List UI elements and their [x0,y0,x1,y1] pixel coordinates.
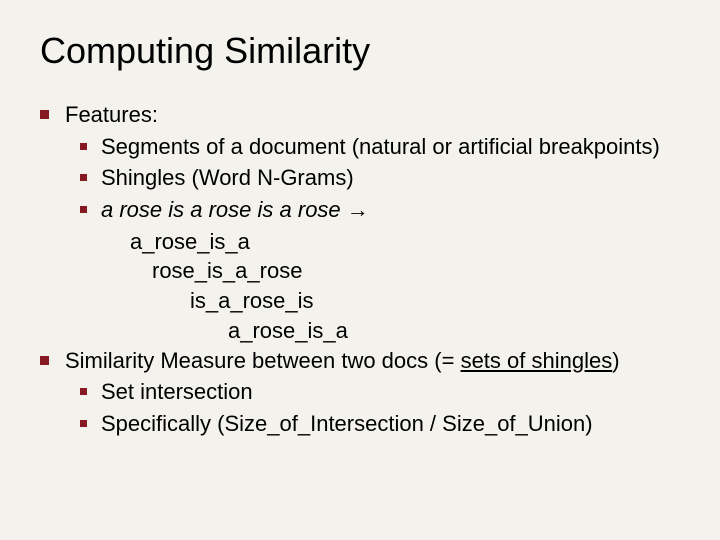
bullet-specifically: Specifically (Size_of_Intersection / Siz… [80,409,700,439]
bullet-segments: Segments of a document (natural or artif… [80,132,700,162]
shingle-line-2: rose_is_a_rose [152,256,700,286]
slide: Computing Similarity Features: Segments … [0,0,720,540]
bullet-icon [40,356,49,365]
bullet-features: Features: [40,100,700,130]
bullet-rose-example: a rose is a rose is a rose → [80,195,700,225]
bullet-text: Shingles (Word N-Grams) [101,163,354,193]
bullet-icon [40,110,49,119]
bullet-icon [80,143,87,150]
bullet-set-intersection: Set intersection [80,377,700,407]
bullet-icon [80,420,87,427]
bullet-icon [80,174,87,181]
slide-content: Features: Segments of a document (natura… [40,100,700,439]
shingle-line-1: a_rose_is_a [130,227,700,257]
text-post: ) [612,348,619,373]
bullet-similarity: Similarity Measure between two docs (= s… [40,346,700,376]
bullet-icon [80,206,87,213]
bullet-text: Specifically (Size_of_Intersection / Siz… [101,409,593,439]
shingle-line-3: is_a_rose_is [190,286,700,316]
text-pre: Similarity Measure between two docs (= [65,348,461,373]
bullet-text: Segments of a document (natural or artif… [101,132,660,162]
bullet-text: Similarity Measure between two docs (= s… [65,346,620,376]
bullet-shingles: Shingles (Word N-Grams) [80,163,700,193]
slide-title: Computing Similarity [40,30,700,72]
bullet-icon [80,388,87,395]
text-underline: sets of shingles [461,348,613,373]
shingle-line-4: a_rose_is_a [228,316,700,346]
bullet-text: Set intersection [101,377,253,407]
bullet-text: a rose is a rose is a rose → [101,195,369,225]
bullet-text: Features: [65,100,158,130]
